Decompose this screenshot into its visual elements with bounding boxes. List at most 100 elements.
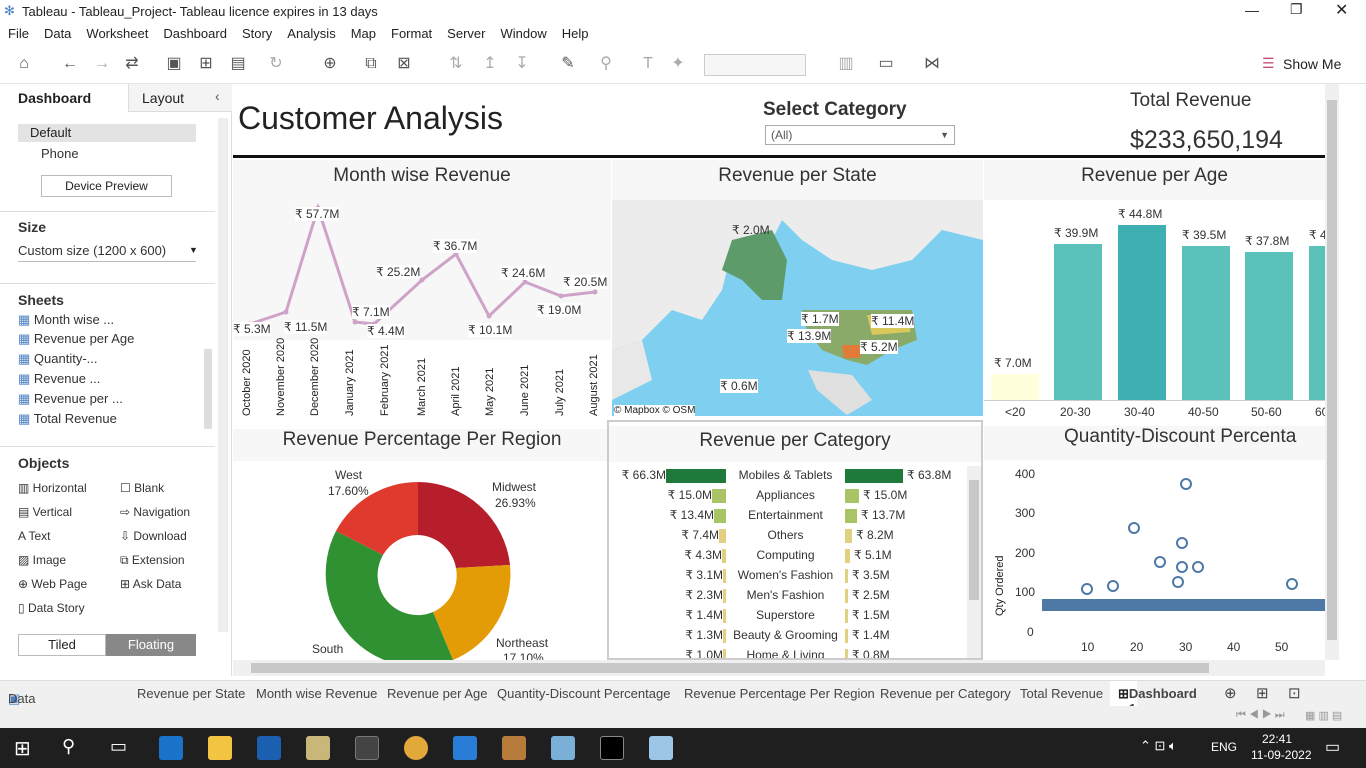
new-worksheet-tab-icon[interactable]: ⊕ [1224,684,1237,702]
menu-map[interactable]: Map [351,26,376,41]
category-right-bar[interactable] [845,549,850,563]
sheet-item[interactable]: ▦ Month wise ... [18,312,114,328]
object-vertical[interactable]: ▤ Vertical [18,505,72,519]
object-download[interactable]: ⇩ Download [120,529,187,543]
tab-category[interactable]: Revenue per Category [880,686,1011,701]
menu-format[interactable]: Format [391,26,432,41]
dashboard-vscroll[interactable] [1325,84,1339,660]
scroll-thumb[interactable] [969,480,979,600]
category-left-bar[interactable] [712,489,726,503]
category-right-bar[interactable] [845,629,848,643]
category-left-bar[interactable] [666,469,726,483]
category-row[interactable]: ₹ 1.3M Beauty & Grooming ₹ 1.4M [609,626,965,646]
category-left-bar[interactable] [714,509,726,523]
age-bar[interactable] [1118,225,1166,400]
tab-revenue-state[interactable]: Revenue per State [137,686,245,701]
tab-dashboard-1[interactable]: ⊞ Dashboard 1 [1110,681,1197,716]
menu-file[interactable]: File [8,26,29,41]
age-bar[interactable] [1054,244,1102,400]
show-me-button[interactable]: Show Me [1283,56,1341,72]
state-map[interactable] [612,200,983,416]
device-phone[interactable]: Phone [41,146,79,161]
object-horizontal[interactable]: ▥ Horizontal [18,481,87,495]
object-image[interactable]: ▨ Image [18,553,66,567]
windows-start-icon[interactable]: ⊞ [14,736,31,761]
clock-date[interactable]: 11-09-2022 [1251,748,1312,762]
menu-window[interactable]: Window [500,26,546,41]
search-icon[interactable]: ⚲ [62,736,75,757]
replace-data-icon[interactable]: ⇄ [122,54,142,74]
labels-icon[interactable]: T [638,54,658,74]
view-mode-icon[interactable]: ▦ ▥ ▤ [1305,709,1342,722]
share-icon[interactable]: ⋈ [922,54,942,74]
tab-dashboard[interactable]: Dashboard [0,84,128,112]
category-right-bar[interactable] [845,609,848,623]
sheet-item[interactable]: ▦ Total Revenue [18,411,117,427]
age-bar[interactable] [1309,246,1325,400]
vscode-icon[interactable] [453,736,477,760]
category-right-bar[interactable] [845,569,848,583]
category-row[interactable]: ₹ 7.4M Others ₹ 8.2M [609,526,965,546]
collapse-icon[interactable]: ‹ [215,88,220,104]
tiled-button[interactable]: Tiled [18,634,106,656]
refresh-icon[interactable]: ↻ [266,54,286,74]
home-icon[interactable]: ⌂ [14,54,34,74]
category-right-bar[interactable] [845,649,848,658]
category-left-bar[interactable] [723,569,726,583]
tools-icon[interactable] [502,736,526,760]
sort-desc-icon[interactable]: ↧ [512,54,532,74]
age-bar[interactable] [991,374,1039,400]
tab-navigation-icon[interactable]: ⏮ ◀ ▶ ⏭ [1236,709,1285,722]
close-icon[interactable]: ✕ [1335,0,1348,20]
category-row[interactable]: ₹ 1.4M Superstore ₹ 1.5M [609,606,965,626]
category-left-bar[interactable] [723,629,726,643]
vscroll-thumb[interactable] [1327,100,1337,640]
save-icon[interactable]: ▣ [164,54,184,74]
category-row[interactable]: ₹ 1.0M Home & Living ₹ 0.8M [609,646,965,658]
menu-data[interactable]: Data [44,26,71,41]
task-view-icon[interactable]: ▭ [110,736,127,757]
category-right-bar[interactable] [845,509,857,523]
pause-updates-icon[interactable]: ▤ [228,54,248,74]
language-indicator[interactable]: ENG [1211,740,1237,754]
age-bar[interactable] [1245,252,1293,400]
sheet-item[interactable]: ▦ Revenue per ... [18,391,123,407]
category-row[interactable]: ₹ 66.3M Mobiles & Tablets ₹ 63.8M [609,466,965,486]
menu-dashboard[interactable]: Dashboard [163,26,227,41]
tableau-active-icon[interactable] [649,736,673,760]
menu-analysis[interactable]: Analysis [287,26,335,41]
file-explorer-icon[interactable] [208,736,232,760]
category-right-bar[interactable] [845,469,903,483]
fit-dropdown[interactable] [704,54,806,76]
group-icon[interactable]: ⚲ [596,54,616,74]
tab-month-revenue[interactable]: Month wise Revenue [256,686,377,701]
app-icon[interactable] [306,736,330,760]
device-preview-button[interactable]: Device Preview [41,175,172,197]
sheet-item[interactable]: ▦ Revenue per Age [18,331,134,347]
object-web-page[interactable]: ⊕ Web Page [18,577,87,591]
chrome-icon[interactable] [404,736,428,760]
category-left-bar[interactable] [722,549,726,563]
sheets-scrollbar[interactable] [204,349,212,429]
age-bar[interactable] [1182,246,1230,400]
category-right-bar[interactable] [845,489,859,503]
dashboard-hscroll[interactable] [233,660,1325,676]
category-row[interactable]: ₹ 13.4M Entertainment ₹ 13.7M [609,506,965,526]
category-right-bar[interactable] [845,589,848,603]
cmd-icon[interactable] [600,736,624,760]
presentation-icon[interactable]: ▭ [876,54,896,74]
undo-icon[interactable]: ← [60,54,80,74]
new-dashboard-tab-icon[interactable]: ⊞ [1256,684,1269,702]
duplicate-icon[interactable]: ⧉ [361,54,381,74]
category-scrollbar[interactable] [967,466,981,658]
tray-icons[interactable]: ⌃ ⊡ 🔈︎ [1140,738,1177,754]
category-row[interactable]: ₹ 4.3M Computing ₹ 5.1M [609,546,965,566]
object-navigation[interactable]: ⇨ Navigation [120,505,190,519]
category-left-bar[interactable] [723,589,726,603]
new-story-tab-icon[interactable]: ⊡ [1288,684,1301,702]
category-row[interactable]: ₹ 3.1M Women's Fashion ₹ 3.5M [609,566,965,586]
category-left-bar[interactable] [723,649,726,658]
object-extension[interactable]: ⧉ Extension [120,553,185,568]
restore-icon[interactable]: ❐ [1290,1,1303,18]
menu-worksheet[interactable]: Worksheet [86,26,148,41]
